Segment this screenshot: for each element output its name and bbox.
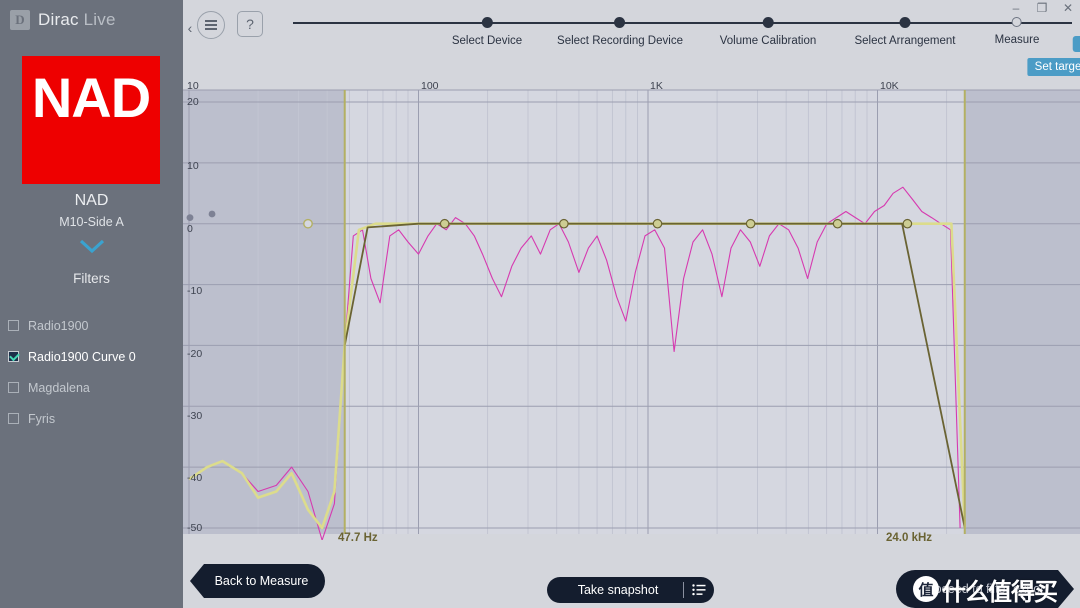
device-logo-text: NAD: [31, 66, 151, 129]
y-tick-label: -40: [187, 472, 203, 484]
brand-name: Dirac: [38, 10, 79, 29]
sidebar: D Dirac Live NAD NAD M10-Side A Filters …: [0, 0, 183, 608]
detected-range-low-label: 47.7 Hz: [338, 532, 378, 544]
step-label: Select Device: [451, 35, 523, 47]
y-tick-label: -50: [187, 522, 203, 534]
x-tick-label: 100: [421, 80, 439, 92]
hamburger-icon[interactable]: [197, 11, 225, 39]
checkbox-icon[interactable]: [8, 413, 19, 424]
help-icon[interactable]: ?: [237, 11, 263, 37]
plot-area[interactable]: [183, 78, 1080, 540]
x-tick-label: 1K: [650, 80, 663, 92]
y-tick-label: -30: [187, 410, 203, 422]
bottom-bar: Back to Measure Take snapshot Proceed to…: [183, 555, 1080, 608]
x-tick-label: 10: [187, 80, 199, 92]
filter-label: Radio1900 Curve 0: [28, 349, 136, 364]
take-snapshot-label: Take snapshot: [577, 583, 659, 597]
list-icon-glyph: [692, 584, 706, 596]
chevron-down-icon[interactable]: [0, 238, 183, 256]
checkbox-icon[interactable]: [8, 351, 19, 362]
step-dot: [614, 17, 626, 28]
step-label: Select Arrangement: [854, 35, 956, 47]
detected-range-high-label: 24.0 kHz: [886, 532, 933, 544]
step-dot: [899, 17, 911, 28]
chevron-down-glyph: [79, 239, 104, 254]
take-snapshot-button[interactable]: Take snapshot: [547, 577, 714, 603]
step-measure[interactable]: Measure: [994, 0, 1040, 46]
step-label: Volume Calibration: [719, 35, 817, 47]
step-label: Select Recording Device: [557, 35, 683, 47]
top-bar: ‹ ? – ❐ ✕ Select Device Select Recording…: [183, 0, 1080, 78]
step-select-arrangement[interactable]: Select Arrangement: [854, 0, 956, 47]
step-select-recording-device[interactable]: Select Recording Device: [557, 0, 683, 47]
frequency-response-chart[interactable]: 10 100 1K 10K 20 10 0 -10 -20 -30 -40 -5…: [183, 78, 1080, 555]
proceed-to-filter-export-button[interactable]: Proceed to filter export: [896, 570, 1074, 608]
step-dot: [481, 17, 493, 28]
step-label: Filter Design: [1072, 36, 1080, 52]
list-item[interactable]: Magdalena: [0, 372, 183, 403]
brand-name-light: Live: [83, 10, 116, 29]
dirac-logo-icon: D: [10, 10, 30, 30]
device-logo: NAD: [22, 56, 160, 184]
filter-list: Radio1900 Radio1900 Curve 0 Magdalena Fy…: [0, 310, 183, 434]
y-tick-label: 10: [187, 160, 199, 172]
y-tick-label: 0: [187, 223, 193, 235]
step-dot: [762, 17, 774, 28]
step-dot: [1012, 17, 1022, 27]
step-progress: Select Device Select Recording Device Vo…: [293, 0, 1080, 78]
checkbox-icon[interactable]: [8, 382, 19, 393]
y-tick-label: 20: [187, 96, 199, 108]
list-item[interactable]: Radio1900 Curve 0: [0, 341, 183, 372]
filter-label: Magdalena: [28, 380, 90, 395]
checkbox-icon[interactable]: [8, 320, 19, 331]
brand-title: Dirac Live: [38, 10, 116, 30]
device-subtitle: M10-Side A: [59, 215, 124, 229]
y-tick-label: -20: [187, 348, 203, 360]
brand: D Dirac Live: [0, 0, 183, 30]
filters-heading: Filters: [73, 271, 110, 286]
substep-group: Set target Impulse response: [1027, 58, 1080, 76]
step-label: Measure: [994, 34, 1040, 46]
step-filter-design[interactable]: Filter Design Set target Impulse respons…: [1027, 0, 1080, 76]
collapse-sidebar-icon[interactable]: ‹: [183, 16, 197, 40]
x-tick-label: 10K: [880, 80, 899, 92]
substep-set-target[interactable]: Set target: [1027, 58, 1080, 76]
back-to-measure-button[interactable]: Back to Measure: [190, 564, 325, 598]
filter-label: Fyris: [28, 411, 56, 426]
list-item[interactable]: Fyris: [0, 403, 183, 434]
dirac-live-window: D Dirac Live NAD NAD M10-Side A Filters …: [0, 0, 1080, 608]
step-select-device[interactable]: Select Device: [452, 0, 522, 47]
list-item[interactable]: Radio1900: [0, 310, 183, 341]
chart-svg: [183, 78, 1080, 540]
list-icon[interactable]: [684, 584, 714, 596]
step-volume-calibration[interactable]: Volume Calibration: [719, 0, 817, 47]
filter-label: Radio1900: [28, 318, 89, 333]
y-tick-label: -10: [187, 285, 203, 297]
device-name: NAD: [74, 192, 109, 209]
